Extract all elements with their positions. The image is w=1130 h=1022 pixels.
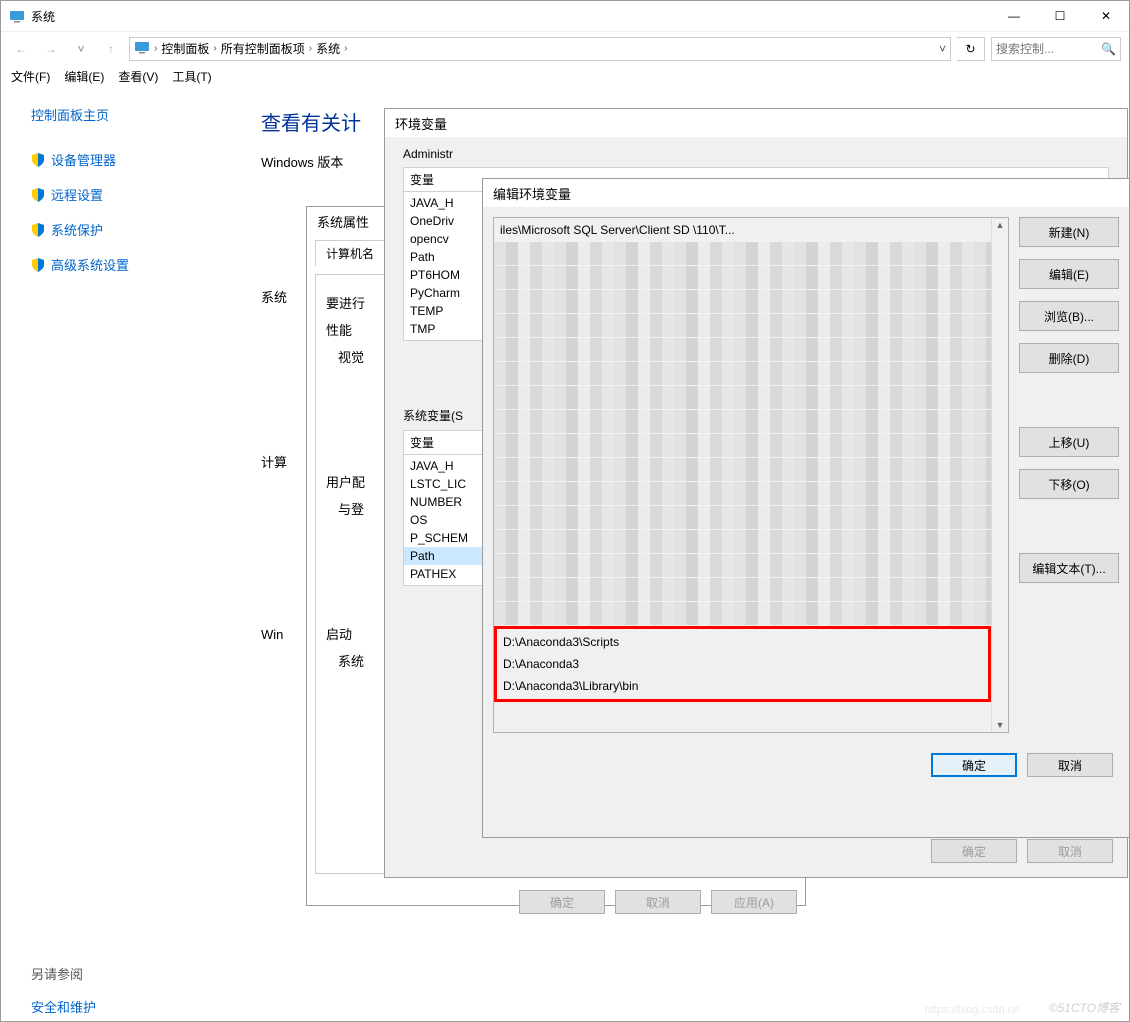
breadcrumb[interactable]: ›系统 <box>309 40 340 57</box>
path-item[interactable]: D:\Anaconda3\Library\bin <box>497 675 988 697</box>
path-item[interactable]: D:\Anaconda3\Scripts <box>497 631 988 653</box>
search-input[interactable]: 搜索控制... 🔍 <box>991 37 1121 61</box>
search-icon: 🔍 <box>1101 42 1116 56</box>
path-item-redacted[interactable] <box>494 410 991 434</box>
edit-button[interactable]: 编辑(E) <box>1019 259 1119 289</box>
breadcrumb[interactable]: ›所有控制面板项 <box>213 40 304 57</box>
addr-dropdown-icon[interactable]: ˅ <box>939 42 946 56</box>
maximize-button[interactable]: ☐ <box>1037 1 1083 31</box>
nav-recent[interactable]: ˅ <box>69 37 93 61</box>
menu-edit[interactable]: 编辑(E) <box>64 68 104 85</box>
menu-tools[interactable]: 工具(T) <box>172 68 211 85</box>
shield-icon <box>31 223 45 237</box>
ok-button[interactable]: 确定 <box>519 890 605 914</box>
breadcrumb[interactable]: ›控制面板 <box>154 40 209 57</box>
cancel-button[interactable]: 取消 <box>1027 839 1113 863</box>
move-up-button[interactable]: 上移(U) <box>1019 427 1119 457</box>
watermark: ©51CTO博客 <box>1049 999 1120 1016</box>
see-also-link[interactable]: 安全和维护 <box>31 997 221 1016</box>
path-item-redacted[interactable] <box>494 338 991 362</box>
browse-button[interactable]: 浏览(B)... <box>1019 301 1119 331</box>
sidebar-item-advanced[interactable]: 高级系统设置 <box>31 255 221 274</box>
path-item[interactable]: D:\Anaconda3 <box>497 653 988 675</box>
cancel-button[interactable]: 取消 <box>1027 753 1113 777</box>
shield-icon <box>31 188 45 202</box>
nav-up[interactable]: ↑ <box>99 37 123 61</box>
shield-icon <box>31 258 45 272</box>
user-vars-label: Administr <box>385 137 1127 161</box>
window-title: 系统 <box>31 8 55 25</box>
dialog-title: 环境变量 <box>385 109 1127 137</box>
path-list[interactable]: iles\Microsoft SQL Server\Client SD \110… <box>493 217 1009 733</box>
path-item-redacted[interactable] <box>494 506 991 530</box>
apply-button[interactable]: 应用(A) <box>711 890 797 914</box>
sidebar-item-device-manager[interactable]: 设备管理器 <box>31 150 221 169</box>
path-item-redacted[interactable] <box>494 434 991 458</box>
delete-button[interactable]: 删除(D) <box>1019 343 1119 373</box>
edit-text-button[interactable]: 编辑文本(T)... <box>1019 553 1119 583</box>
search-placeholder: 搜索控制... <box>996 40 1054 57</box>
cancel-button[interactable]: 取消 <box>615 890 701 914</box>
path-item-redacted[interactable] <box>494 554 991 578</box>
scrollbar[interactable]: ▲ ▼ <box>991 218 1008 732</box>
new-button[interactable]: 新建(N) <box>1019 217 1119 247</box>
path-item[interactable]: iles\Microsoft SQL Server\Client SD \110… <box>494 218 991 242</box>
move-down-button[interactable]: 下移(O) <box>1019 469 1119 499</box>
nav-back[interactable]: ← <box>9 37 33 61</box>
tab-computer-name[interactable]: 计算机名 <box>315 240 385 266</box>
system-icon <box>9 8 25 24</box>
scroll-down-icon[interactable]: ▼ <box>996 720 1005 730</box>
path-item-redacted[interactable] <box>494 314 991 338</box>
path-item-redacted[interactable] <box>494 602 991 626</box>
control-panel-home-link[interactable]: 控制面板主页 <box>31 105 221 124</box>
path-item-redacted[interactable] <box>494 266 991 290</box>
path-item-redacted[interactable] <box>494 458 991 482</box>
control-panel-sidebar: 控制面板主页 设备管理器 远程设置 系统保护 高级系统设置 另请参阅 安全和维护 <box>1 87 251 1021</box>
nav-bar: ← → ˅ ↑ ›控制面板 ›所有控制面板项 ›系统 › ˅ ↻ 搜索控制...… <box>1 31 1129 65</box>
anaconda-highlight-box: D:\Anaconda3\ScriptsD:\Anaconda3D:\Anaco… <box>494 626 991 702</box>
ok-button[interactable]: 确定 <box>931 753 1017 777</box>
watermark: https://blog.csdn.ne <box>925 1004 1020 1016</box>
address-bar[interactable]: ›控制面板 ›所有控制面板项 ›系统 › ˅ <box>129 37 951 61</box>
path-item-redacted[interactable] <box>494 386 991 410</box>
sidebar-item-protection[interactable]: 系统保护 <box>31 220 221 239</box>
nav-forward[interactable]: → <box>39 37 63 61</box>
edit-env-dialog: 编辑环境变量 iles\Microsoft SQL Server\Client … <box>482 178 1130 838</box>
ok-button[interactable]: 确定 <box>931 839 1017 863</box>
menu-view[interactable]: 查看(V) <box>118 68 158 85</box>
path-item-redacted[interactable] <box>494 290 991 314</box>
see-also-label: 另请参阅 <box>31 964 221 983</box>
path-item-redacted[interactable] <box>494 242 991 266</box>
shield-icon <box>31 153 45 167</box>
path-item-redacted[interactable] <box>494 578 991 602</box>
close-button[interactable]: ✕ <box>1083 1 1129 31</box>
path-item-redacted[interactable] <box>494 482 991 506</box>
menu-bar: 文件(F) 编辑(E) 查看(V) 工具(T) <box>1 65 1129 87</box>
menu-file[interactable]: 文件(F) <box>11 68 50 85</box>
pc-icon <box>134 39 150 58</box>
refresh-button[interactable]: ↻ <box>957 37 985 61</box>
path-item-redacted[interactable] <box>494 530 991 554</box>
title-bar: 系统 — ☐ ✕ <box>1 1 1129 31</box>
dialog-title: 编辑环境变量 <box>483 179 1129 207</box>
path-item-redacted[interactable] <box>494 362 991 386</box>
sidebar-item-remote[interactable]: 远程设置 <box>31 185 221 204</box>
scroll-up-icon[interactable]: ▲ <box>996 220 1005 230</box>
minimize-button[interactable]: — <box>991 1 1037 31</box>
